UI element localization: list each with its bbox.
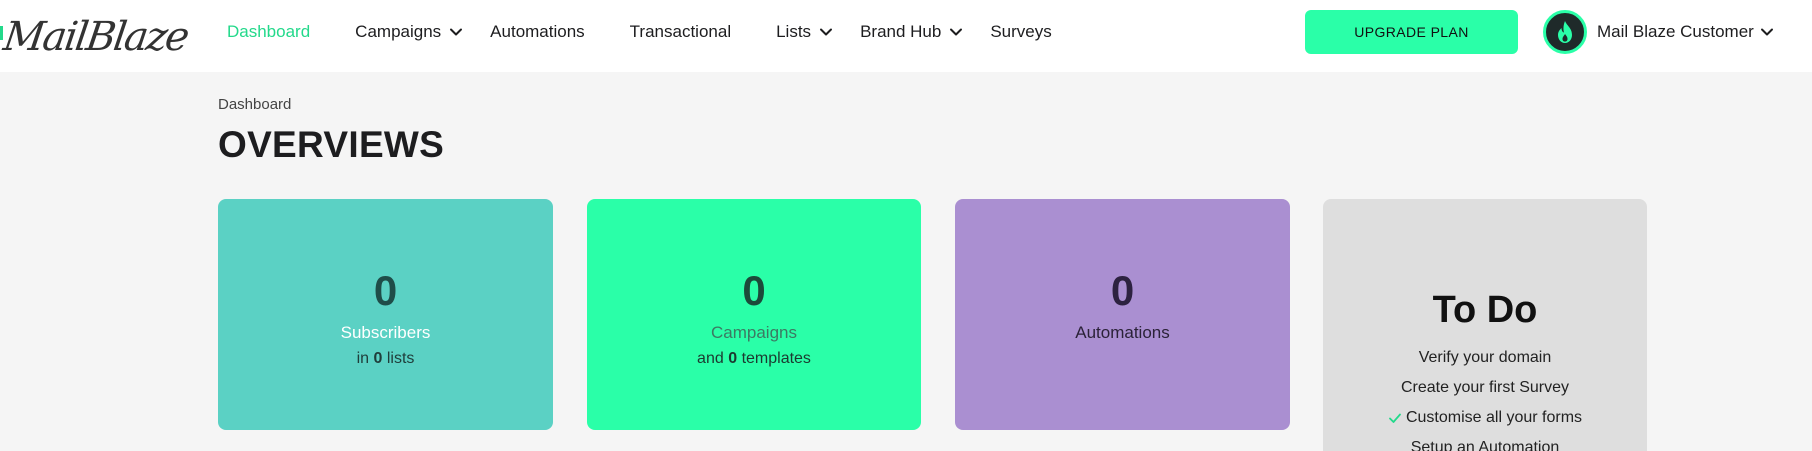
page-title: OVERVIEWS [218, 124, 445, 165]
nav-item-label: Brand Hub [860, 22, 942, 41]
main-nav: Dashboard Campaigns Automations Transact… [227, 0, 1052, 64]
todo-card: To Do Verify your domain Create your fir… [1323, 199, 1647, 451]
chevron-down-icon [1759, 24, 1775, 40]
subscribers-card[interactable]: 0 Subscribers in 0 lists [218, 199, 553, 430]
user-name: Mail Blaze Customer [1597, 22, 1754, 41]
checkmark-icon [1388, 411, 1402, 425]
todo-item-label: Customise all your forms [1405, 409, 1583, 426]
nav-item-brand-hub[interactable]: Brand Hub [860, 0, 964, 64]
chevron-down-icon [818, 24, 834, 40]
nav-item-label: Transactional [629, 22, 732, 41]
nav-item-label: Campaigns [355, 22, 442, 41]
automations-card[interactable]: 0 Automations [955, 199, 1290, 430]
nav-item-label: Automations [490, 22, 585, 41]
todo-item-label: Verify your domain [1418, 349, 1552, 366]
mailblaze-logo[interactable]: MailBlaze [0, 8, 190, 60]
sub-suffix: lists [386, 350, 415, 367]
sub-suffix: templates [741, 350, 811, 367]
flame-icon [1558, 21, 1572, 43]
automations-label: Automations [1075, 323, 1170, 342]
subscribers-label: Subscribers [340, 323, 431, 342]
chevron-down-icon [448, 24, 464, 40]
nav-item-label: Surveys [990, 22, 1052, 41]
campaigns-label: Campaigns [711, 323, 797, 342]
sub-prefix: and [697, 350, 724, 367]
todo-item-label: Create your first Survey [1400, 379, 1570, 396]
nav-item-automations[interactable]: Automations [490, 0, 585, 64]
lists-count: 0 [373, 350, 383, 367]
breadcrumb: Dashboard [218, 96, 292, 113]
nav-item-surveys[interactable]: Surveys [990, 0, 1051, 64]
nav-item-lists[interactable]: Lists [776, 0, 834, 64]
nav-item-label: Lists [776, 22, 812, 41]
top-navbar: MailBlaze Dashboard Campaigns Automation… [0, 0, 1812, 72]
nav-item-label: Dashboard [227, 22, 311, 41]
todo-item-verify-domain[interactable]: Verify your domain [1323, 343, 1647, 373]
automations-count: 0 [1110, 267, 1135, 314]
todo-item-label: Setup an Automation [1410, 439, 1560, 451]
nav-item-transactional[interactable]: Transactional [630, 0, 731, 64]
upgrade-plan-button[interactable]: UPGRADE PLAN [1305, 10, 1518, 54]
logo-text: MailBlaze [0, 14, 191, 60]
todo-title: To Do [1432, 289, 1538, 331]
chevron-down-icon [948, 24, 964, 40]
avatar [1543, 10, 1587, 54]
templates-count: 0 [728, 350, 738, 367]
todo-list: Verify your domain Create your first Sur… [1323, 343, 1647, 451]
todo-item-create-survey[interactable]: Create your first Survey [1323, 373, 1647, 403]
logo-accent-bar [0, 26, 3, 40]
subscribers-count: 0 [373, 267, 398, 314]
todo-item-customise-forms[interactable]: Customise all your forms [1323, 403, 1647, 433]
campaigns-count: 0 [742, 267, 766, 314]
campaigns-card[interactable]: 0 Campaigns and 0 templates [587, 199, 921, 430]
user-menu[interactable]: Mail Blaze Customer [1543, 10, 1775, 54]
todo-item-setup-automation[interactable]: Setup an Automation [1323, 433, 1647, 451]
nav-item-dashboard[interactable]: Dashboard [227, 0, 310, 64]
nav-item-campaigns[interactable]: Campaigns [355, 0, 464, 64]
sub-prefix: in [356, 350, 370, 367]
subscribers-sub: in 0 lists [218, 350, 553, 368]
campaigns-sub: and 0 templates [587, 350, 921, 368]
